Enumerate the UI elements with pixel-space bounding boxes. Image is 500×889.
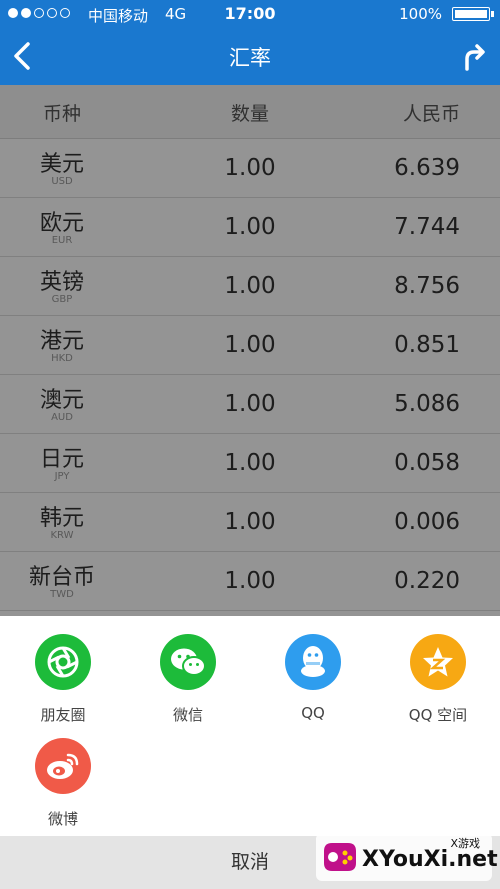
share-icon[interactable] — [460, 41, 490, 73]
battery-percent: 100% — [399, 5, 442, 23]
share-wechat-label: 微信 — [172, 706, 203, 724]
share-qzone-button[interactable]: QQ 空间 — [383, 634, 493, 725]
qq-icon — [285, 634, 341, 690]
nav-bar: 汇率 — [0, 28, 500, 85]
share-qq-button[interactable]: QQ — [258, 634, 368, 722]
share-weibo-button[interactable]: 微博 — [8, 738, 118, 829]
watermark-main-text: XYouXi.net — [362, 847, 498, 872]
qzone-icon — [410, 634, 466, 690]
share-moments-label: 朋友圈 — [40, 706, 86, 724]
share-qzone-label: QQ 空间 — [408, 706, 468, 724]
share-qq-label: QQ — [301, 704, 325, 722]
status-bar: 中国移动 4G 17:00 100% — [0, 0, 500, 28]
wechat-icon — [160, 634, 216, 690]
moments-icon — [35, 634, 91, 690]
gamepad-logo-icon — [324, 843, 356, 871]
watermark: X游戏 XYouXi.net — [316, 833, 498, 881]
weibo-icon — [35, 738, 91, 794]
share-wechat-button[interactable]: 微信 — [133, 634, 243, 725]
share-weibo-label: 微博 — [47, 810, 78, 828]
modal-overlay[interactable] — [0, 85, 500, 616]
share-moments-button[interactable]: 朋友圈 — [8, 634, 118, 725]
battery-icon — [452, 7, 494, 21]
page-title: 汇率 — [229, 46, 271, 70]
